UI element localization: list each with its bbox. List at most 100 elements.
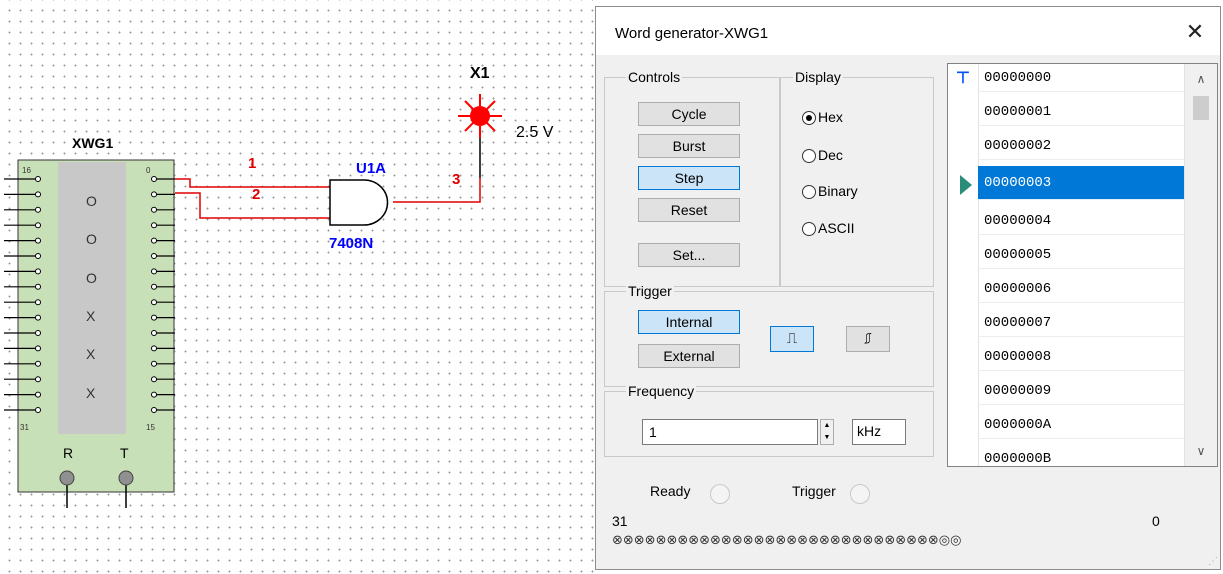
radio-ascii-label: ASCII: [818, 220, 855, 236]
left-pin-terminal[interactable]: [35, 407, 41, 413]
left-pin-terminal[interactable]: [35, 314, 41, 321]
status-mark: X: [86, 385, 96, 401]
scroll-down-icon[interactable]: ∨: [1185, 440, 1217, 462]
pin-label-t: T: [120, 445, 129, 461]
pin-label-31: 31: [20, 423, 29, 432]
resize-grip-icon[interactable]: ⋰: [1208, 556, 1218, 567]
status-mark: X: [86, 308, 96, 324]
radio-dec[interactable]: Dec: [802, 145, 843, 165]
wire-net-3[interactable]: [393, 178, 481, 203]
right-pin-terminal[interactable]: [151, 283, 157, 290]
left-pin-terminal[interactable]: [35, 176, 41, 182]
left-pin-terminal[interactable]: [35, 360, 41, 367]
bit-label-msb: 31: [612, 513, 628, 529]
left-pin-terminal[interactable]: [35, 268, 41, 275]
word-row[interactable]: 00000000: [978, 64, 1185, 92]
right-pin-terminal[interactable]: [151, 407, 157, 413]
word-row[interactable]: 0000000A: [978, 411, 1185, 439]
bit-terminals: ⊗⊗⊗⊗⊗⊗⊗⊗⊗⊗⊗⊗⊗⊗⊗⊗⊗⊗⊗⊗⊗⊗⊗⊗⊗⊗⊗⊗⊗⊗◎◎: [612, 533, 962, 548]
close-icon[interactable]: ✕: [1182, 19, 1208, 45]
word-row[interactable]: 00000001: [978, 98, 1185, 126]
title-bar[interactable]: Word generator-XWG1 ✕: [596, 7, 1220, 55]
left-pin-terminal[interactable]: [35, 283, 41, 290]
word-row[interactable]: 00000002: [978, 132, 1185, 160]
pin-label-0: 0: [146, 166, 151, 175]
status-mark: O: [86, 193, 97, 209]
word-row-selected[interactable]: 00000003: [978, 166, 1185, 200]
word-generator-dialog: Word generator-XWG1 ✕ Controls Cycle Bur…: [595, 6, 1221, 570]
right-pin-terminal[interactable]: [151, 345, 157, 352]
right-pin-terminal[interactable]: [151, 391, 157, 398]
right-pin-terminal[interactable]: [151, 376, 157, 383]
initial-position-icon: ⊤: [956, 70, 970, 87]
word-list-scrollbar[interactable]: ∧ ∨: [1184, 64, 1217, 466]
left-pin-terminal[interactable]: [35, 253, 41, 259]
radio-hex-label: Hex: [818, 109, 843, 125]
right-pin-terminal[interactable]: [151, 314, 157, 321]
external-trigger-button[interactable]: External: [638, 344, 740, 368]
radio-ascii[interactable]: ASCII: [802, 218, 855, 238]
radio-dec-label: Dec: [818, 147, 843, 163]
reset-button[interactable]: Reset: [638, 198, 740, 222]
falling-edge-icon[interactable]: ⎎: [846, 326, 890, 352]
radio-hex[interactable]: Hex: [802, 107, 843, 127]
right-pin-terminal[interactable]: [151, 253, 157, 259]
word-row[interactable]: 00000008: [978, 343, 1185, 371]
word-row[interactable]: 00000004: [978, 207, 1185, 235]
trigger-indicator-icon: [850, 484, 870, 504]
current-word-pointer-icon: [960, 175, 972, 195]
frequency-input[interactable]: [642, 419, 818, 445]
reset-terminal[interactable]: [59, 470, 75, 486]
right-pin-terminal[interactable]: [151, 222, 157, 229]
cycle-button[interactable]: Cycle: [638, 102, 740, 126]
frequency-spinner[interactable]: ▲ ▼: [820, 419, 834, 445]
right-pin-terminal[interactable]: [151, 299, 157, 306]
internal-trigger-button[interactable]: Internal: [638, 310, 740, 334]
left-pin-terminal[interactable]: [35, 376, 41, 383]
word-row[interactable]: 0000000B: [978, 445, 1185, 466]
schematic-canvas[interactable]: XWG1 16 0 31 15 R T O O O X X X U1A 7408…: [0, 0, 595, 574]
word-row[interactable]: 00000005: [978, 241, 1185, 269]
right-pin-terminal[interactable]: [151, 237, 157, 244]
left-pin-terminal[interactable]: [35, 237, 41, 244]
scroll-thumb[interactable]: [1193, 96, 1209, 120]
burst-button[interactable]: Burst: [638, 134, 740, 158]
left-pin-terminal[interactable]: [35, 191, 41, 198]
right-pin-terminal[interactable]: [151, 330, 157, 336]
frequency-unit-select[interactable]: kHz: [852, 419, 906, 445]
left-pin-terminal[interactable]: [35, 345, 41, 352]
and-gate[interactable]: [329, 179, 389, 226]
word-row[interactable]: 00000009: [978, 377, 1185, 405]
word-row[interactable]: 00000007: [978, 309, 1185, 337]
right-pin-terminal[interactable]: [151, 191, 157, 198]
word-list[interactable]: ⊤ 00000000 00000001 00000002 00000003 00…: [947, 63, 1218, 467]
radio-binary[interactable]: Binary: [802, 181, 858, 201]
scroll-up-icon[interactable]: ∧: [1185, 68, 1217, 90]
radio-unselected-icon: [802, 149, 816, 163]
display-label: Display: [793, 69, 843, 85]
net-label-3: 3: [452, 171, 460, 188]
right-pin-terminal[interactable]: [151, 360, 157, 367]
right-pin-terminal[interactable]: [151, 268, 157, 275]
dialog-title: Word generator-XWG1: [615, 25, 769, 42]
set-button[interactable]: Set...: [638, 243, 740, 267]
right-pin-terminal[interactable]: [151, 206, 157, 213]
left-pin-terminal[interactable]: [35, 206, 41, 213]
left-pin-terminal[interactable]: [35, 299, 41, 306]
word-list-gutter: ⊤: [948, 64, 979, 466]
word-row[interactable]: 00000006: [978, 275, 1185, 303]
net-label-1: 1: [248, 155, 256, 172]
trigger-terminal[interactable]: [118, 470, 134, 486]
rising-edge-icon[interactable]: ⎍: [770, 326, 814, 352]
left-pin-terminal[interactable]: [35, 391, 41, 398]
step-button[interactable]: Step: [638, 166, 740, 190]
radio-unselected-icon: [802, 222, 816, 236]
gate-part: 7408N: [329, 235, 373, 252]
net-label-2: 2: [252, 186, 260, 203]
radio-binary-label: Binary: [818, 183, 858, 199]
probe-lamp-icon[interactable]: [458, 94, 502, 138]
right-pin-terminal[interactable]: [151, 176, 157, 182]
left-pin-terminal[interactable]: [35, 222, 41, 229]
schematic-drawing: XWG1 16 0 31 15 R T O O O X X X U1A 7408…: [4, 65, 554, 508]
left-pin-terminal[interactable]: [35, 330, 41, 336]
